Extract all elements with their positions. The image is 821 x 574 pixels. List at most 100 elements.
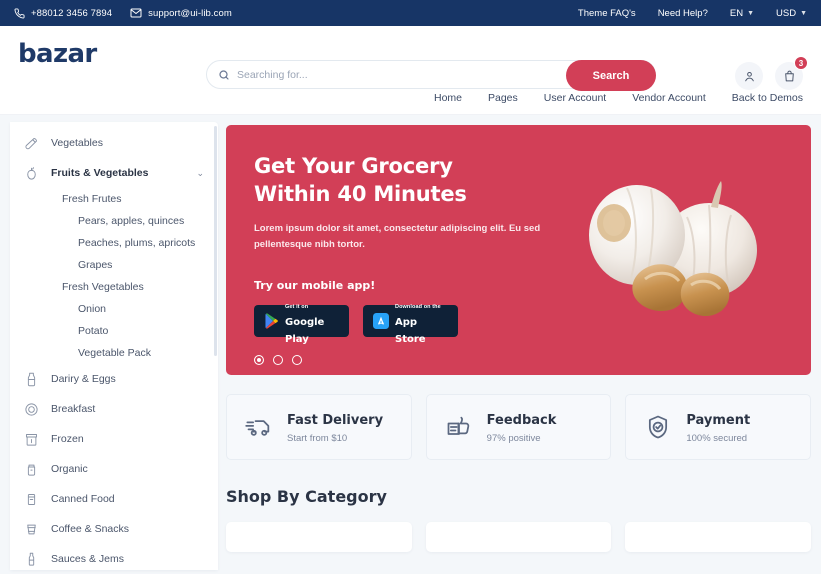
cart-button[interactable]: 3 — [775, 56, 808, 90]
sidebar-item-dariry-eggs[interactable]: Dariry & Eggs — [10, 364, 218, 394]
feature-card-text: Payment 100% secured — [686, 410, 750, 445]
nav-item-home[interactable]: Home — [434, 92, 462, 104]
delivery-truck-icon — [245, 413, 273, 441]
nav-item-pages[interactable]: Pages — [488, 92, 518, 104]
can-icon — [24, 492, 39, 507]
carousel-dot-1[interactable] — [254, 355, 264, 366]
feature-card-text: Fast Delivery Start from $10 — [287, 410, 383, 445]
sidebar-item-fruits-vegetables[interactable]: Fruits & Vegetables ⌄ — [10, 158, 218, 188]
topbar-link-theme-faq[interactable]: Theme FAQ's — [578, 8, 636, 19]
topbar-link-need-help[interactable]: Need Help? — [658, 8, 708, 19]
utility-topbar: +88012 3456 7894 support@ui-lib.com Them… — [0, 0, 821, 26]
carrot-icon — [24, 136, 39, 151]
app-store-button[interactable]: Download on the App Store — [363, 304, 458, 344]
sidebar-item-breakfast[interactable]: Breakfast — [10, 394, 218, 424]
feature-subtitle: 97% positive — [486, 432, 541, 444]
feature-title: Fast Delivery — [287, 412, 384, 428]
sidebar-item-coffee-snacks[interactable]: Coffee & Snacks — [10, 514, 218, 544]
apple-icon — [24, 166, 39, 181]
app-store-small-label: Download on the — [395, 304, 441, 310]
app-store-icon — [373, 313, 389, 330]
account-button[interactable] — [735, 62, 763, 90]
category-card[interactable] — [425, 522, 612, 552]
nav-item-back-to-demos[interactable]: Back to Demos — [732, 92, 803, 104]
coffee-icon — [24, 522, 39, 537]
shield-check-icon — [644, 413, 672, 441]
sidebar-subitem-onion[interactable]: Onion — [10, 298, 218, 320]
sidebar-subitem-potato[interactable]: Potato — [10, 320, 218, 342]
sidebar-item-label: Canned Food — [51, 493, 115, 505]
page-body: Vegetables Fruits & Vegetables ⌄ Fresh F… — [0, 115, 821, 570]
sauce-bottle-icon — [24, 552, 39, 567]
search-button[interactable]: Search — [566, 60, 656, 91]
phone-icon — [14, 7, 25, 19]
cereal-icon — [24, 402, 39, 417]
feature-card-fast-delivery: Fast Delivery Start from $10 — [226, 394, 412, 460]
search-icon — [218, 69, 230, 81]
nav-item-vendor-account[interactable]: Vendor Account — [632, 92, 706, 104]
carousel-dot-3[interactable] — [292, 355, 302, 366]
category-sidebar-panel: Vegetables Fruits & Vegetables ⌄ Fresh F… — [10, 122, 218, 570]
category-card[interactable] — [625, 522, 812, 552]
sidebar-item-label: Frozen — [51, 433, 84, 445]
app-store-big-label: App Store — [395, 316, 426, 345]
sidebar-item-label: Vegetables — [51, 137, 103, 149]
hero-description: Lorem ipsum dolor sit amet, consectetur … — [254, 223, 541, 250]
topbar-email-label: support@ui-lib.com — [148, 7, 232, 19]
google-play-labels: Get it on Google Play — [285, 296, 339, 346]
category-card-row — [226, 522, 812, 552]
feature-subtitle: Start from $10 — [287, 432, 348, 444]
google-play-icon — [264, 313, 279, 329]
feature-subtitle: 100% secured — [686, 432, 748, 444]
language-selector-value: EN — [729, 7, 744, 19]
sidebar-item-label: Fruits & Vegetables — [51, 167, 149, 179]
sidebar-item-frozen[interactable]: Frozen — [10, 424, 218, 454]
feature-card-payment: Payment 100% secured — [625, 394, 812, 460]
logo[interactable]: bazar — [18, 41, 97, 67]
site-header: bazar Searching for... Search 3 — [0, 26, 821, 91]
hero-title-line2: Within 40 Minutes — [254, 181, 467, 206]
sidebar-item-organic[interactable]: Organic — [10, 454, 218, 484]
sidebar-scrollbar[interactable] — [214, 126, 217, 356]
google-play-button[interactable]: Get it on Google Play — [254, 304, 349, 344]
thumbs-up-icon — [445, 413, 473, 441]
sidebar-item-label: Sauces & Jems — [51, 553, 124, 565]
sidebar-subitem-fresh-frutes[interactable]: Fresh Frutes — [10, 188, 218, 210]
feature-title: Payment — [686, 412, 751, 428]
search-bar[interactable]: Search — [206, 60, 656, 91]
sidebar-subitem-pears-apples-quinces[interactable]: Pears, apples, quinces — [10, 210, 218, 232]
sidebar-item-canned-food[interactable]: Canned Food — [10, 484, 218, 514]
feature-card-feedback: Feedback 97% positive — [425, 394, 612, 460]
sidebar-item-sauces-jems[interactable]: Sauces & Jems — [10, 544, 218, 570]
hero-title-line1: Get Your Grocery — [254, 154, 453, 178]
chevron-down-icon: ⌄ — [196, 167, 204, 178]
nav-item-user-account[interactable]: User Account — [544, 92, 606, 104]
cart-badge: 3 — [794, 56, 808, 70]
carousel-dot-2[interactable] — [273, 355, 283, 366]
garlic-bulbs-photo — [559, 155, 789, 325]
chevron-down-icon: ▼ — [747, 9, 754, 17]
category-sidebar: Vegetables Fruits & Vegetables ⌄ Fresh F… — [0, 115, 218, 570]
topbar-contact-group: +88012 3456 7894 support@ui-lib.com — [14, 7, 232, 19]
app-store-labels: Download on the App Store — [395, 296, 448, 346]
topbar-phone[interactable]: +88012 3456 7894 — [14, 8, 112, 19]
topbar-phone-label: +88012 3456 7894 — [31, 7, 113, 19]
sidebar-item-label: Dariry & Eggs — [51, 373, 116, 385]
category-card[interactable] — [226, 522, 412, 552]
topbar-email[interactable]: support@ui-lib.com — [130, 7, 232, 19]
currency-selector[interactable]: USD ▼ — [776, 8, 807, 19]
app-window: +88012 3456 7894 support@ui-lib.com Them… — [0, 0, 821, 574]
sidebar-subitem-peaches-plums-apricots[interactable]: Peaches, plums, apricots — [10, 232, 218, 254]
topbar-link-theme-faq-label: Theme FAQ's — [577, 7, 636, 19]
sidebar-subitem-grapes[interactable]: Grapes — [10, 254, 218, 276]
google-play-small-label: Get it on — [285, 304, 309, 310]
milk-bottle-icon — [24, 372, 39, 387]
sidebar-subitem-vegetable-pack[interactable]: Vegetable Pack — [10, 342, 218, 364]
sidebar-item-vegetables[interactable]: Vegetables — [10, 128, 218, 158]
frozen-box-icon — [24, 432, 39, 447]
sidebar-subitem-fresh-vegetables[interactable]: Fresh Vegetables — [10, 276, 218, 298]
sidebar-item-label: Coffee & Snacks — [51, 523, 130, 535]
envelope-icon — [130, 7, 142, 19]
language-selector[interactable]: EN ▼ — [730, 8, 754, 19]
bag-icon — [783, 70, 796, 83]
